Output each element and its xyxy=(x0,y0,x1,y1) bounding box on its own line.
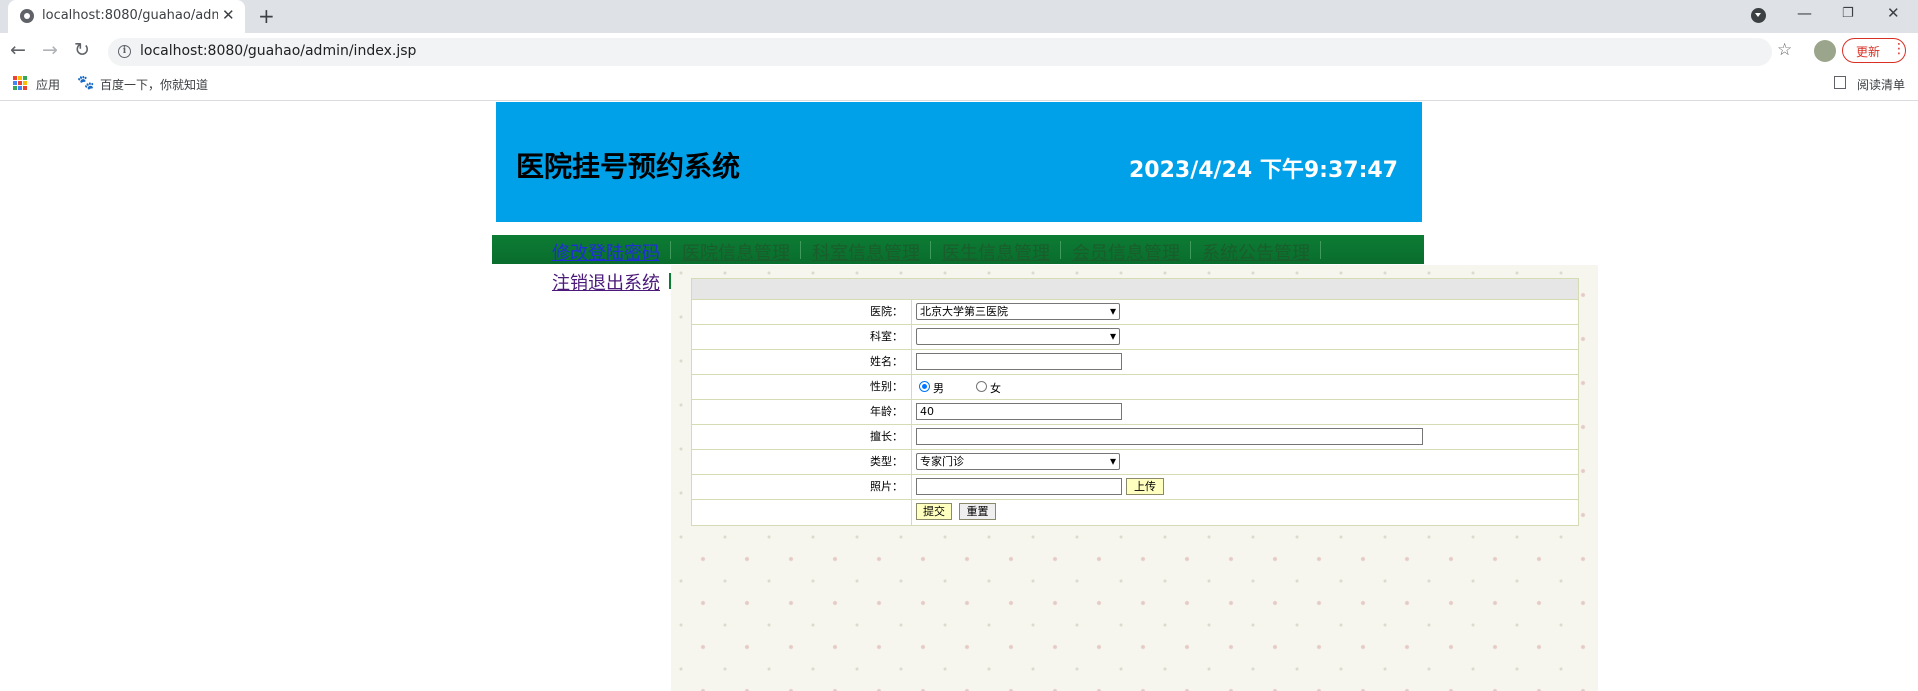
reading-list[interactable]: 阅读清单 xyxy=(1857,76,1905,93)
browser-tab[interactable]: localhost:8080/guahao/admin/index.jsp ✕ xyxy=(8,0,245,33)
bookmark-apps[interactable]: 应用 xyxy=(36,76,60,93)
restore-icon[interactable]: ❐ xyxy=(1842,6,1854,21)
submit-button[interactable]: 提交 xyxy=(916,503,952,520)
department-select[interactable] xyxy=(916,328,1120,345)
gender-label: 性别： xyxy=(692,375,912,399)
clock: 2023/4/24 下午9:37:47 xyxy=(1128,158,1398,183)
avatar[interactable] xyxy=(1814,40,1836,62)
nav-doctor[interactable]: 医生信息管理 xyxy=(942,239,1050,265)
nav-separator xyxy=(930,241,931,259)
minimize-icon[interactable]: — xyxy=(1797,4,1812,22)
form-row-age: 年龄： 40 xyxy=(692,400,1578,425)
gender-male-radio[interactable] xyxy=(919,381,930,392)
photo-label: 照片： xyxy=(692,475,912,499)
site-header: 医院挂号预约系统 2023/4/24 下午9:37:47 xyxy=(496,102,1422,222)
bookmark-baidu[interactable]: 百度一下，你就知道 xyxy=(100,76,208,93)
nav-separator xyxy=(800,241,801,259)
form-row-gender: 性别： 男 女 xyxy=(692,375,1578,400)
apps-icon[interactable] xyxy=(13,76,27,90)
specialty-label: 擅长： xyxy=(692,425,912,449)
tab-title: localhost:8080/guahao/admin/index.jsp xyxy=(42,8,218,23)
nav-separator xyxy=(1190,241,1191,259)
logout-link[interactable]: 注销退出系统 xyxy=(552,269,660,295)
photo-input[interactable] xyxy=(916,478,1122,495)
update-label: 更新 xyxy=(1856,45,1881,59)
hospital-select[interactable]: 北京大学第三医院 xyxy=(916,303,1120,320)
gender-male-label: 男 xyxy=(933,382,944,395)
content-frame: 医院： 北京大学第三医院 科室： 姓名： 性别： 男 女 年龄： 40 擅长： xyxy=(671,265,1598,691)
bookmarks-bar: 应用 🐾 百度一下，你就知道 阅读清单 xyxy=(0,70,1918,101)
site-title: 医院挂号预约系统 xyxy=(516,150,741,183)
form-row-name: 姓名： xyxy=(692,350,1578,375)
form-row-actions: 提交 重置 xyxy=(692,500,1578,525)
nav-separator xyxy=(1060,241,1061,259)
name-label: 姓名： xyxy=(692,350,912,374)
globe-icon xyxy=(20,9,34,23)
form-row-department: 科室： xyxy=(692,325,1578,350)
main-nav: 修改登陆密码 医院信息管理 科室信息管理 医生信息管理 会员信息管理 系统公告管… xyxy=(492,235,1424,264)
age-input[interactable]: 40 xyxy=(916,403,1122,420)
type-select[interactable]: 专家门诊 xyxy=(916,453,1120,470)
reset-button[interactable]: 重置 xyxy=(959,503,996,520)
doctor-form: 医院： 北京大学第三医院 科室： 姓名： 性别： 男 女 年龄： 40 擅长： xyxy=(691,278,1579,526)
form-row-type: 类型： 专家门诊 xyxy=(692,450,1578,475)
nav-announcement[interactable]: 系统公告管理 xyxy=(1202,239,1310,265)
nav-department[interactable]: 科室信息管理 xyxy=(812,239,920,265)
nav-member[interactable]: 会员信息管理 xyxy=(1072,239,1180,265)
nav-separator xyxy=(1320,241,1321,259)
upload-button[interactable]: 上传 xyxy=(1126,478,1164,495)
reload-icon[interactable]: ↻ xyxy=(74,39,90,61)
info-icon[interactable]: i xyxy=(118,45,131,58)
url-text[interactable]: localhost:8080/guahao/admin/index.jsp xyxy=(140,43,416,59)
nav-change-password[interactable]: 修改登陆密码 xyxy=(552,239,660,265)
reader-icon xyxy=(1834,76,1846,89)
form-row-hospital: 医院： 北京大学第三医院 xyxy=(692,300,1578,325)
tab-search-icon[interactable] xyxy=(1751,8,1766,23)
gender-female-label: 女 xyxy=(990,382,1001,395)
specialty-input[interactable] xyxy=(916,428,1423,445)
tab-strip: localhost:8080/guahao/admin/index.jsp ✕ … xyxy=(0,0,1918,33)
back-icon[interactable]: ← xyxy=(10,39,26,61)
form-row-specialty: 擅长： xyxy=(692,425,1578,450)
gender-female-radio[interactable] xyxy=(976,381,987,392)
close-icon[interactable]: ✕ xyxy=(222,6,235,24)
update-button[interactable]: 更新 ⋮ xyxy=(1842,38,1906,63)
browser-toolbar: ← → ↻ i localhost:8080/guahao/admin/inde… xyxy=(0,33,1918,70)
department-label: 科室： xyxy=(692,325,912,349)
window-close-icon[interactable]: ✕ xyxy=(1887,4,1900,22)
plus-icon[interactable]: + xyxy=(258,4,275,28)
paw-icon: 🐾 xyxy=(77,75,95,91)
nav-hospital[interactable]: 医院信息管理 xyxy=(682,239,790,265)
nav-separator xyxy=(670,241,671,259)
star-icon[interactable]: ☆ xyxy=(1777,40,1792,60)
form-row-photo: 照片： 上传 xyxy=(692,475,1578,500)
age-label: 年龄： xyxy=(692,400,912,424)
address-bar[interactable]: i localhost:8080/guahao/admin/index.jsp xyxy=(108,38,1772,66)
hospital-label: 医院： xyxy=(692,300,912,324)
name-input[interactable] xyxy=(916,353,1122,370)
forward-icon[interactable]: → xyxy=(42,39,58,61)
form-header xyxy=(692,279,1578,300)
actions-label-cell xyxy=(692,500,912,525)
type-label: 类型： xyxy=(692,450,912,474)
more-icon: ⋮ xyxy=(1892,41,1906,57)
